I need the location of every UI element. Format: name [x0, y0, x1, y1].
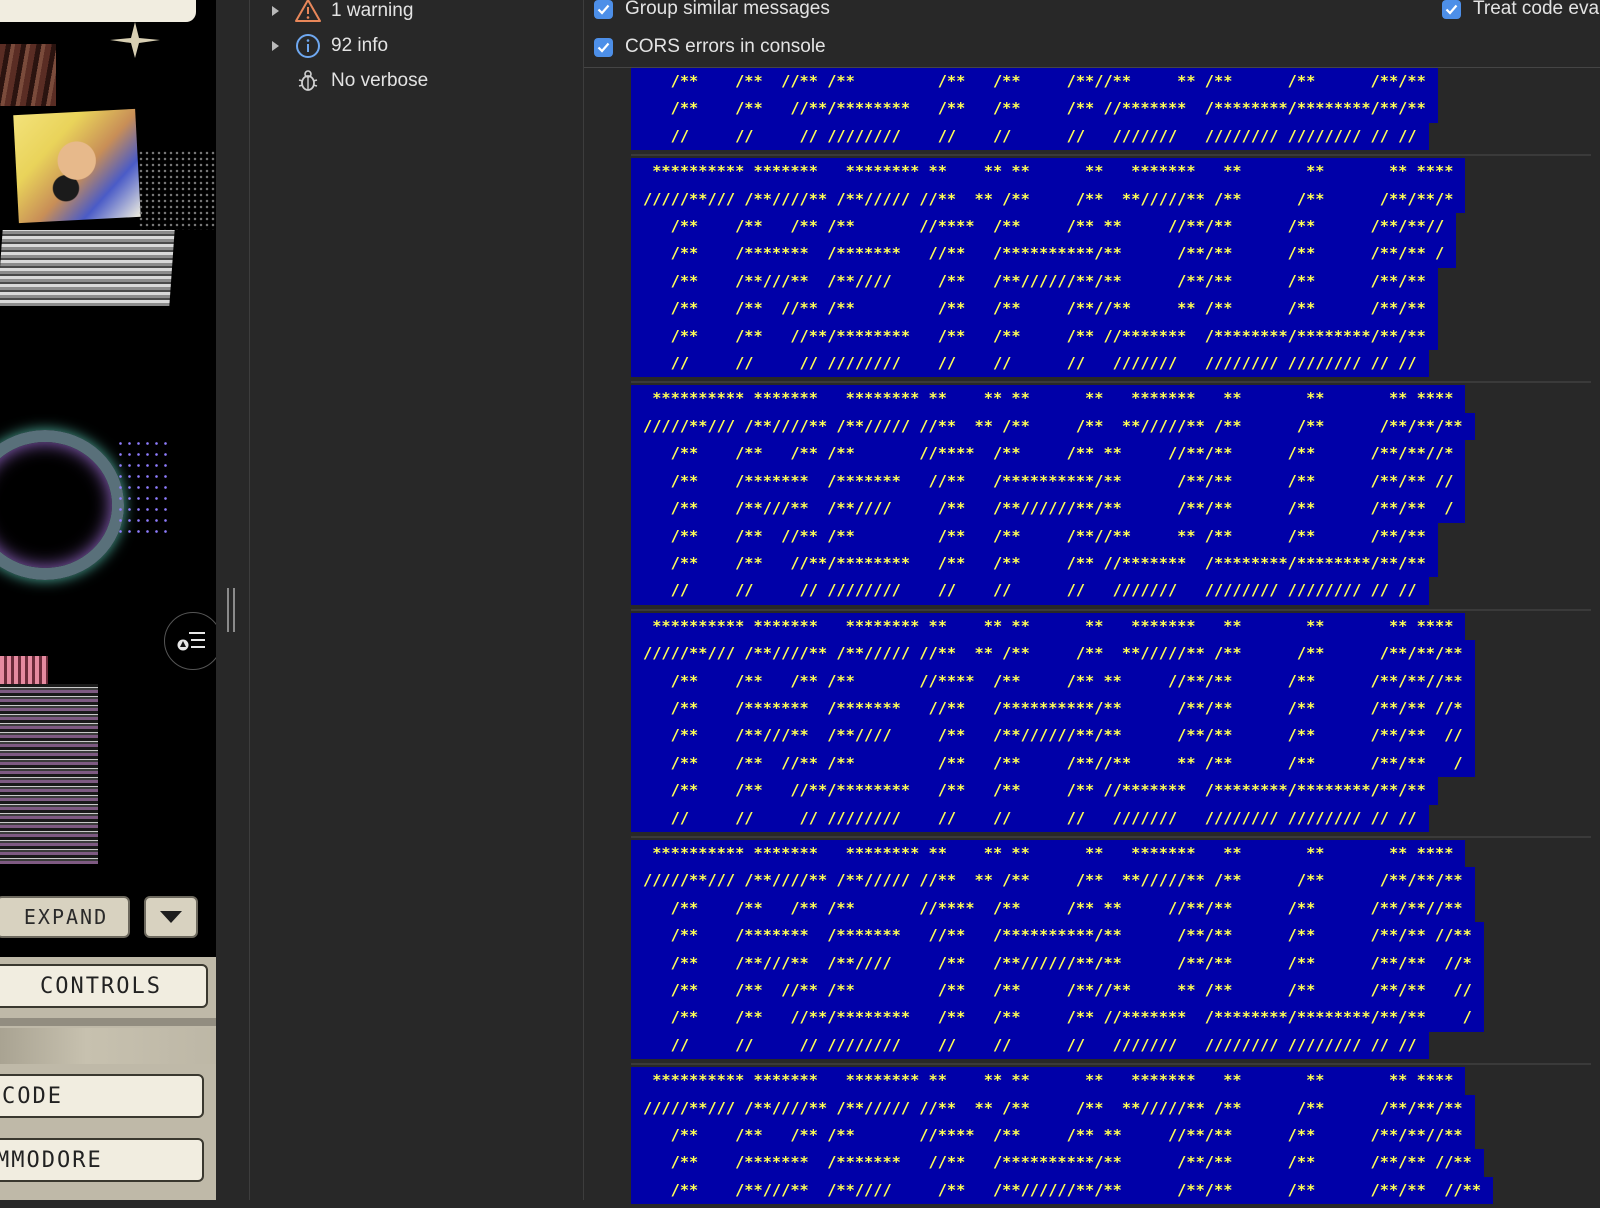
- console-message-line: /** /** //** /** /** /** /**//** ** /** …: [631, 977, 1484, 1005]
- console-message-line: /** /**///** /**//// /** /**//////**/** …: [631, 495, 1466, 523]
- console-message-line: // // // //////// // // // /////// /////…: [631, 804, 1429, 832]
- info-icon: [296, 34, 320, 58]
- option-label: Group similar messages: [625, 0, 830, 19]
- console-message[interactable]: ********** ******* ******** ** ** ** ** …: [631, 1063, 1591, 1205]
- checkbox-checked-icon[interactable]: [594, 0, 613, 19]
- top-pill-button[interactable]: [0, 0, 196, 22]
- sparkle-icon: [110, 22, 160, 58]
- artwork-tile: [0, 684, 98, 864]
- sidebar-item-label: 1 warning: [331, 0, 414, 21]
- option-label: Treat code eva: [1473, 0, 1600, 19]
- console-message-line: /** /**///** /**//// /** /**//////**/** …: [631, 722, 1475, 750]
- list-filter-icon: [177, 632, 205, 651]
- dropdown-button[interactable]: [144, 896, 198, 938]
- cors-errors-option[interactable]: CORS errors in console: [594, 32, 826, 62]
- artwork-tile: [0, 430, 124, 580]
- console-message-line: /** /******* /******* //** /**********/*…: [631, 467, 1466, 496]
- console-message-line: ********** ******* ******** ** ** ** ** …: [631, 612, 1466, 641]
- console-message[interactable]: ********** ******* ******** ** ** ** ** …: [631, 835, 1591, 1060]
- console-message-line: /** /******* /******* //** /**********/*…: [631, 1149, 1484, 1177]
- console-message-line: /////**/// /**////** /**///// //** ** /*…: [631, 412, 1475, 441]
- console-message-line: /** /** //** /** /** /** /**//** ** /** …: [631, 522, 1438, 550]
- console-message-line: ********** ******* ******** ** ** ** ** …: [631, 1067, 1466, 1095]
- group-similar-option[interactable]: Group similar messages: [594, 0, 830, 24]
- console-message-line: /** /** //**/******** /** /** /** //****…: [631, 95, 1438, 123]
- console-message-line: ********** ******* ******** ** ** ** ** …: [631, 385, 1466, 413]
- option-label: CORS errors in console: [625, 36, 826, 57]
- console-message-line: /** /** /** /** //**** /** /** ** //**/*…: [631, 440, 1466, 468]
- list-filter-button[interactable]: [164, 612, 216, 670]
- artwork-tile: [13, 108, 141, 224]
- app-panel: EXPAND CONTROLS CODE MMODORE: [0, 0, 216, 1200]
- artwork-tile: [0, 230, 175, 306]
- console-message[interactable]: ********** ******* ******** ** ** ** ** …: [631, 154, 1591, 378]
- console-message-line: /** /** //** /** /** /** /**//** ** /** …: [631, 68, 1438, 96]
- console-message-line: // // // //////// // // // /////// /////…: [631, 1031, 1429, 1060]
- artwork-tile: [116, 438, 172, 538]
- console-message[interactable]: ********** ******* ******** ** ** ** ** …: [631, 381, 1591, 605]
- console-messages: /** /** //** /** /** /** /**//** ** /** …: [631, 68, 1591, 1208]
- console-message-line: /** /** /** /** //**** /** /** ** //**/*…: [631, 1122, 1475, 1150]
- artwork-tile: [138, 150, 216, 230]
- console-message-line: // // // //////// // // // /////// /////…: [631, 350, 1429, 378]
- console-message-line: /////**/// /**////** /**///// //** ** /*…: [631, 185, 1466, 214]
- console-message-line: /** /******* /******* //** /**********/*…: [631, 922, 1484, 950]
- console-message-line: /** /** //**/******** /** /** /** //****…: [631, 549, 1438, 578]
- console-message-line: /////**/// /**////** /**///// //** ** /*…: [631, 867, 1475, 895]
- console-message-line: /** /** /** /** //**** /** /** ** //**/*…: [631, 213, 1457, 241]
- sidebar-item-label: 92 info: [331, 35, 389, 56]
- expand-arrow-icon[interactable]: [272, 6, 279, 16]
- bug-icon: [298, 70, 318, 91]
- console-message-line: /** /** //**/******** /** /** /** //****…: [631, 1004, 1484, 1032]
- console-message-line: /** /**///** /**//// /** /**//////**/** …: [631, 267, 1438, 296]
- console-message-line: /** /** //** /** /** /** /**//** ** /** …: [631, 749, 1475, 778]
- console-message-line: ********** ******* ******** ** ** ** ** …: [631, 158, 1466, 186]
- console-message-line: /** /** //** /** /** /** /**//** ** /** …: [631, 295, 1438, 323]
- console-message[interactable]: /** /** //** /** /** /** /**//** ** /** …: [631, 68, 1591, 151]
- console-message-line: /** /******* /******* //** /**********/*…: [631, 240, 1457, 268]
- caret-down-icon: [160, 911, 182, 923]
- sidebar-item-label: No verbose: [331, 70, 429, 91]
- checkbox-checked-icon[interactable]: [1442, 0, 1461, 19]
- checkbox-checked-icon[interactable]: [594, 37, 613, 57]
- console-message-line: // // // //////// // // // /////// /////…: [631, 577, 1429, 605]
- commodore-button[interactable]: MMODORE: [0, 1138, 204, 1182]
- console-message-line: /////**/// /**////** /**///// //** ** /*…: [631, 1094, 1475, 1123]
- console-message-line: ********** ******* ******** ** ** ** ** …: [631, 839, 1466, 868]
- code-button[interactable]: CODE: [0, 1074, 204, 1118]
- divider: [0, 1028, 216, 1064]
- console-message-line: /////**/// /**////** /**///// //** ** /*…: [631, 640, 1475, 668]
- panel-splitter[interactable]: [216, 0, 250, 1200]
- artwork-tile: [0, 656, 48, 686]
- warning-icon: [295, 0, 321, 22]
- console-message-line: /** /** /** /** //**** /** /** ** //**/*…: [631, 894, 1475, 923]
- drag-handle[interactable]: [227, 588, 237, 632]
- console-message-line: /** /**///** /**//// /** /**//////**/** …: [631, 949, 1484, 977]
- console-panel: Group similar messages Treat code eva CO…: [584, 0, 1600, 1205]
- console-sidebar: 1 warning 92 info No verbose: [250, 0, 584, 1200]
- console-message-line: /** /** /** /** //**** /** /** ** //**/*…: [631, 667, 1475, 695]
- expand-arrow-icon[interactable]: [272, 41, 279, 51]
- console-message-line: /** /** //**/******** /** /** /** //****…: [631, 777, 1438, 805]
- console-message-line: /** /******* /******* //** /**********/*…: [631, 694, 1475, 723]
- console-message[interactable]: ********** ******* ******** ** ** ** ** …: [631, 608, 1591, 832]
- console-message-line: // // // //////// // // // /////// /////…: [631, 122, 1429, 151]
- console-message-line: /** /**///** /**//// /** /**//////**/** …: [631, 1176, 1494, 1205]
- console-message-line: /** /** //**/******** /** /** /** //****…: [631, 322, 1438, 351]
- artwork-tile: [0, 44, 56, 106]
- treat-code-option[interactable]: Treat code eva: [1442, 0, 1599, 24]
- controls-button[interactable]: CONTROLS: [0, 964, 208, 1008]
- expand-button[interactable]: EXPAND: [0, 896, 130, 938]
- divider: [0, 1018, 216, 1026]
